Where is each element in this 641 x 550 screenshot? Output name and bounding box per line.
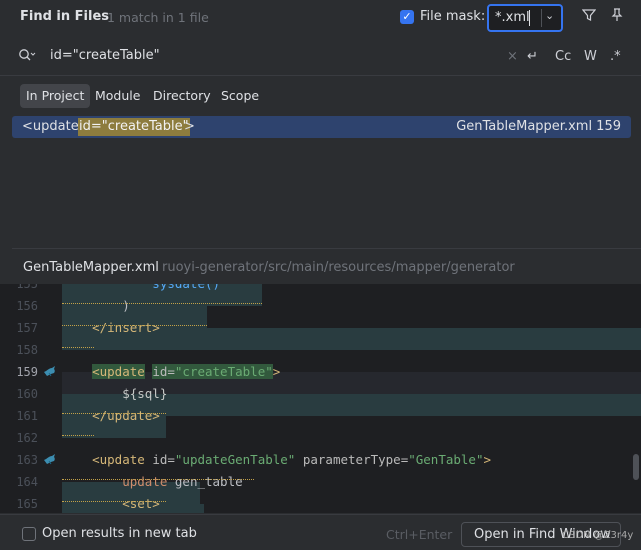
warning-underline <box>62 345 94 348</box>
mybatis-bird-icon[interactable] <box>43 453 57 465</box>
open-new-tab-checkbox[interactable] <box>22 527 36 541</box>
line-number: 160 <box>16 387 38 401</box>
code-line-update: <update id="updateGenTable" parameterTyp… <box>92 452 492 467</box>
line-number: 157 <box>16 321 38 335</box>
match-case-button[interactable]: Cc <box>555 49 571 64</box>
code-line: </insert> <box>62 320 160 335</box>
result-file: GenTableMapper.xml 159 <box>456 119 621 134</box>
code-line: </update> <box>62 408 160 423</box>
dropdown-separator <box>541 9 542 27</box>
line-number: 161 <box>16 409 38 423</box>
code-line-match: <update id="createTable"> <box>92 364 281 379</box>
dialog-title: Find in Files <box>20 9 110 24</box>
preview-file-path: ruoyi-generator/src/main/resources/mappe… <box>162 260 515 275</box>
mybatis-bird-icon[interactable] <box>43 365 57 377</box>
warning-underline <box>62 499 166 502</box>
warning-underline <box>62 433 94 436</box>
editor-scrollbar[interactable] <box>633 454 639 480</box>
file-mask-checkbox[interactable]: ✓ <box>400 10 414 24</box>
result-prefix: <update <box>22 119 79 134</box>
splitter[interactable] <box>12 248 641 249</box>
code-line: <set> <box>62 496 160 511</box>
dialog-footer: Open results in new tab Ctrl+Enter Open … <box>0 514 641 550</box>
code-line: ) <box>62 298 130 313</box>
file-mask-value: *.xml <box>495 10 530 25</box>
file-mask-input[interactable]: *.xml ⌄ <box>487 4 563 32</box>
line-number: 155 <box>16 284 38 291</box>
pin-icon[interactable] <box>610 8 624 26</box>
dialog-header: Find in Files 1 match in 1 file ✓ File m… <box>0 0 641 36</box>
code-line: ${sql} <box>62 386 168 401</box>
preview-header: GenTableMapper.xml ruoyi-generator/src/m… <box>0 252 641 282</box>
new-line-icon[interactable]: ↵ <box>527 49 538 64</box>
line-number: 162 <box>16 431 38 445</box>
match-count: 1 match in 1 file <box>107 10 209 25</box>
line-number: 165 <box>16 497 38 511</box>
watermark: CSDN @Z3r4y <box>562 530 634 541</box>
tab-directory[interactable]: Directory <box>147 84 217 108</box>
line-number: 164 <box>16 475 38 489</box>
result-suffix: > <box>184 119 195 134</box>
line-number: 156 <box>16 299 38 313</box>
file-mask-label: File mask: <box>420 9 486 24</box>
result-match: id="createTable" <box>78 118 190 136</box>
code-line-sql: update gen_table <box>122 474 243 489</box>
code-line: sysdate() <box>62 284 220 295</box>
list-item[interactable]: <update id="createTable" > GenTableMappe… <box>12 116 631 138</box>
preview-file-name: GenTableMapper.xml <box>23 260 159 275</box>
tab-module[interactable]: Module <box>89 84 146 108</box>
search-input[interactable]: id="createTable" <box>50 48 160 63</box>
regex-button[interactable]: .* <box>610 49 621 64</box>
warning-underline <box>62 301 262 304</box>
clear-icon[interactable]: × <box>507 49 518 64</box>
scope-tabs: In Project Module Directory Scope <box>0 78 641 114</box>
open-new-tab-label: Open results in new tab <box>42 526 197 541</box>
shortcut-hint: Ctrl+Enter <box>386 527 453 542</box>
tab-in-project[interactable]: In Project <box>20 84 91 108</box>
warning-underline <box>62 411 166 414</box>
text-caret <box>529 10 530 26</box>
filter-icon[interactable] <box>581 8 597 26</box>
line-number: 158 <box>16 343 38 357</box>
warning-underline <box>62 323 207 326</box>
search-row: id="createTable" × ↵ Cc W .* <box>0 38 641 76</box>
line-number: 159 <box>16 365 38 379</box>
whole-words-button[interactable]: W <box>584 49 597 64</box>
warning-underline <box>62 477 254 480</box>
chevron-down-icon[interactable]: ⌄ <box>545 9 554 22</box>
tab-scope[interactable]: Scope <box>215 84 265 108</box>
results-list: <update id="createTable" > GenTableMappe… <box>0 114 641 250</box>
search-history-icon[interactable] <box>18 48 36 66</box>
code-preview[interactable]: 155 156 157 158 159 160 161 162 163 164 … <box>0 284 641 513</box>
line-number: 163 <box>16 453 38 467</box>
